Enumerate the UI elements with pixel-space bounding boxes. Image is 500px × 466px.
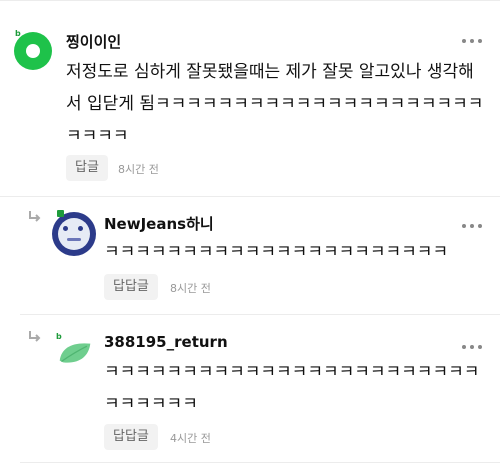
reply-button[interactable]: 답답글 [104, 424, 158, 450]
reply-arrow-icon [29, 331, 41, 342]
more-options-icon[interactable] [462, 36, 484, 46]
comment-time: 8시간 전 [118, 163, 159, 176]
comment-text: 저정도로 심하게 잘못됐을때는 제가 잘못 알고있나 생각해서 입닫게 됨ㅋㅋㅋ… [66, 62, 484, 146]
comment-author[interactable]: 388195_return [104, 333, 228, 351]
bunny-photo-avatar-icon[interactable] [52, 212, 96, 256]
divider [20, 462, 500, 463]
green-ring-avatar-icon[interactable] [14, 32, 52, 70]
comment-author[interactable]: NewJeans하니 [104, 213, 214, 234]
reply-button[interactable]: 답글 [66, 155, 108, 181]
more-options-icon[interactable] [462, 221, 484, 231]
comment-text: ㅋㅋㅋㅋㅋㅋㅋㅋㅋㅋㅋㅋㅋㅋㅋㅋㅋㅋㅋㅋㅋㅋ [104, 242, 449, 262]
comment-time: 4시간 전 [170, 432, 211, 445]
comment-author[interactable]: 찡이이인 [66, 31, 121, 52]
divider [20, 314, 500, 315]
leaf-avatar-icon[interactable] [58, 340, 92, 366]
reply-arrow-icon [29, 211, 41, 222]
green-tag-icon [57, 210, 64, 217]
comment-text: ㅋㅋㅋㅋㅋㅋㅋㅋㅋㅋㅋㅋㅋㅋㅋㅋㅋㅋㅋㅋㅋㅋㅋㅋㅋㅋㅋㅋㅋㅋ [104, 362, 480, 414]
comment-time: 8시간 전 [170, 282, 211, 295]
more-options-icon[interactable] [462, 342, 484, 352]
reply-button[interactable]: 답답글 [104, 274, 158, 300]
divider [0, 196, 500, 197]
divider-top [0, 0, 500, 1]
